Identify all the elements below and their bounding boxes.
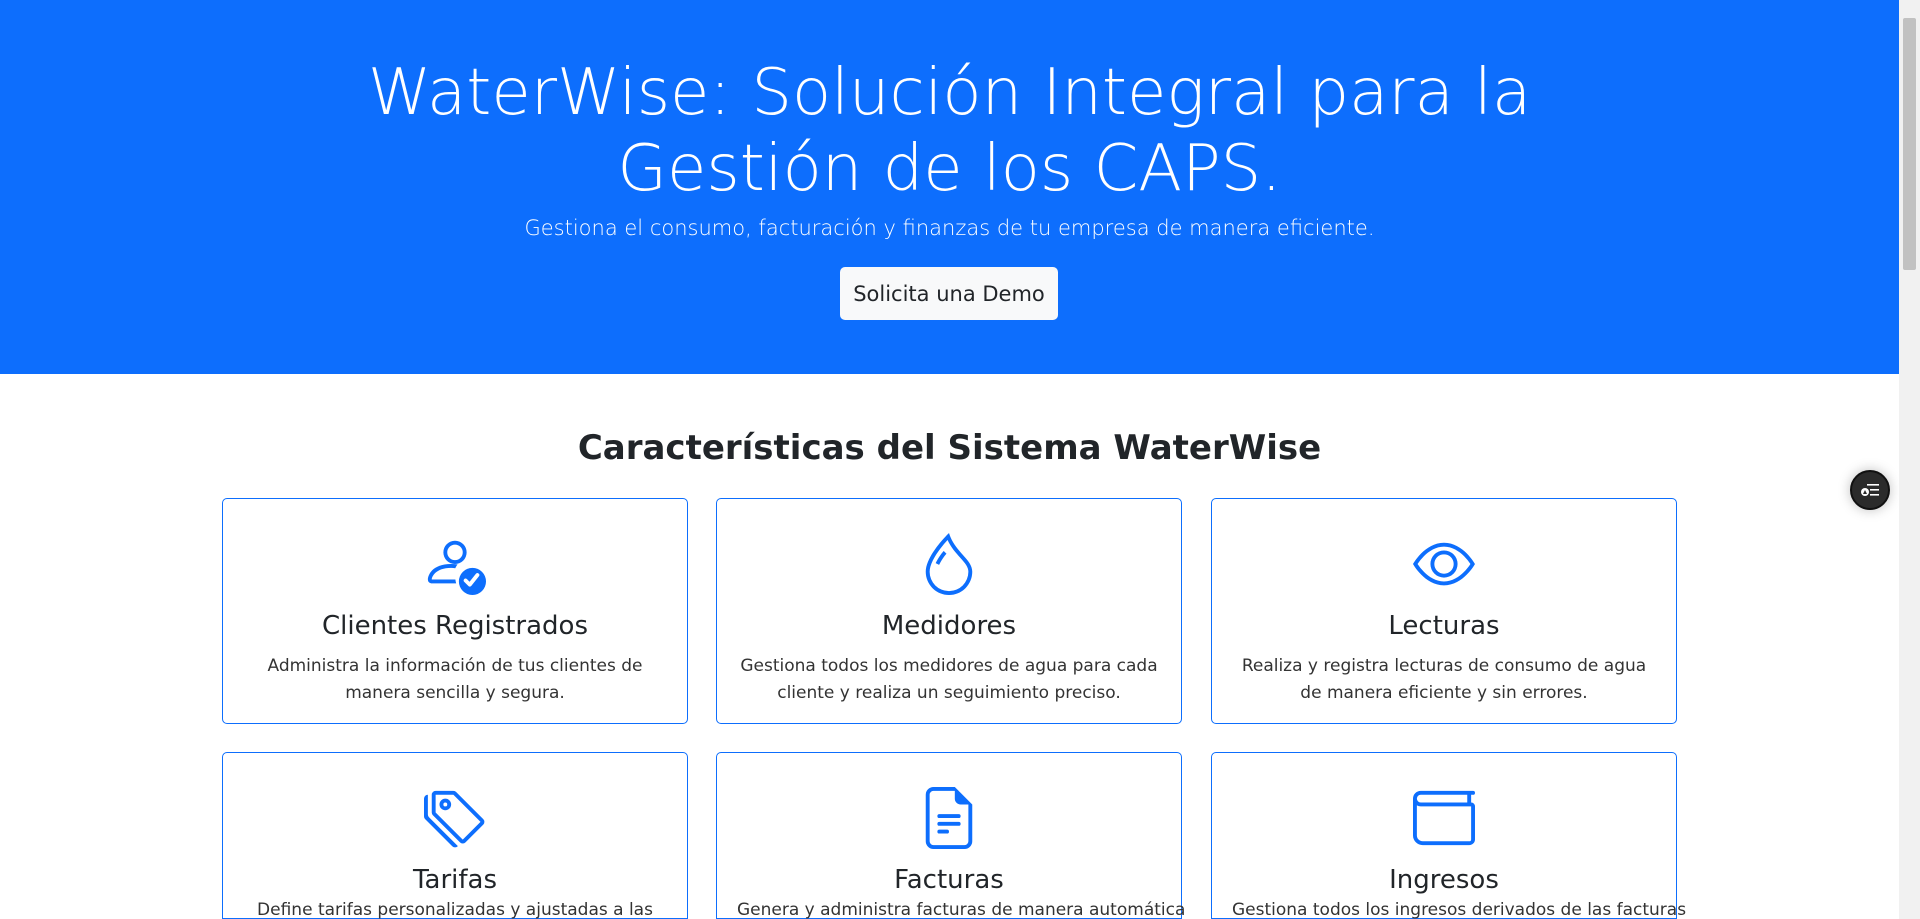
- card-title: Clientes Registrados: [321, 611, 589, 641]
- feature-card-lecturas: Lecturas Realiza y registra lecturas de …: [1211, 498, 1677, 724]
- card-title: Tarifas: [412, 865, 498, 895]
- feature-card-clientes: Clientes Registrados Administra la infor…: [222, 498, 688, 724]
- wallet-icon: [1212, 787, 1676, 849]
- hero-subtitle: Gestiona el consumo, facturación y finan…: [524, 216, 1375, 240]
- card-description: Gestiona todos los medidores de agua par…: [740, 656, 1158, 703]
- droplet-icon: [717, 533, 1181, 595]
- hero-section: WaterWise: Solución Integral para la Ges…: [0, 0, 1899, 374]
- eye-icon: [1212, 533, 1676, 595]
- vertical-scrollbar[interactable]: [1899, 0, 1920, 919]
- feature-card-medidores: Medidores Gestiona todos los medidores d…: [716, 498, 1182, 724]
- card-title: Facturas: [894, 865, 1004, 895]
- card-title: Lecturas: [1388, 611, 1500, 641]
- card-description: Administra la información de tus cliente…: [267, 656, 643, 703]
- list-user-icon: [1861, 484, 1879, 496]
- hero-title: WaterWise: Solución Integral para la Ges…: [367, 56, 1532, 206]
- card-description: Define tarifas personalizadas y ajustada…: [257, 900, 653, 919]
- file-text-icon: [717, 787, 1181, 849]
- feature-card-ingresos: Ingresos Gestiona todos los ingresos der…: [1211, 752, 1687, 919]
- tags-icon: [223, 787, 687, 849]
- request-demo-button[interactable]: Solicita una Demo: [840, 267, 1058, 320]
- page: WaterWise: Solución Integral para la Ges…: [0, 0, 1899, 919]
- card-title: Medidores: [881, 611, 1017, 641]
- card-description: Gestiona todos los ingresos derivados de…: [1232, 900, 1687, 919]
- card-title: Ingresos: [1389, 865, 1499, 895]
- card-description: Realiza y registra lecturas de consumo d…: [1241, 656, 1647, 703]
- person-check-icon: [223, 533, 687, 595]
- feature-card-tarifas: Tarifas Define tarifas personalizadas y …: [222, 752, 688, 919]
- scrollbar-thumb[interactable]: [1903, 18, 1916, 270]
- card-description: Genera y administra facturas de manera a…: [737, 900, 1186, 919]
- floating-menu-button[interactable]: [1850, 470, 1890, 510]
- features-title: Características del Sistema WaterWise: [577, 428, 1322, 468]
- feature-card-facturas: Facturas Genera y administra facturas de…: [716, 752, 1186, 919]
